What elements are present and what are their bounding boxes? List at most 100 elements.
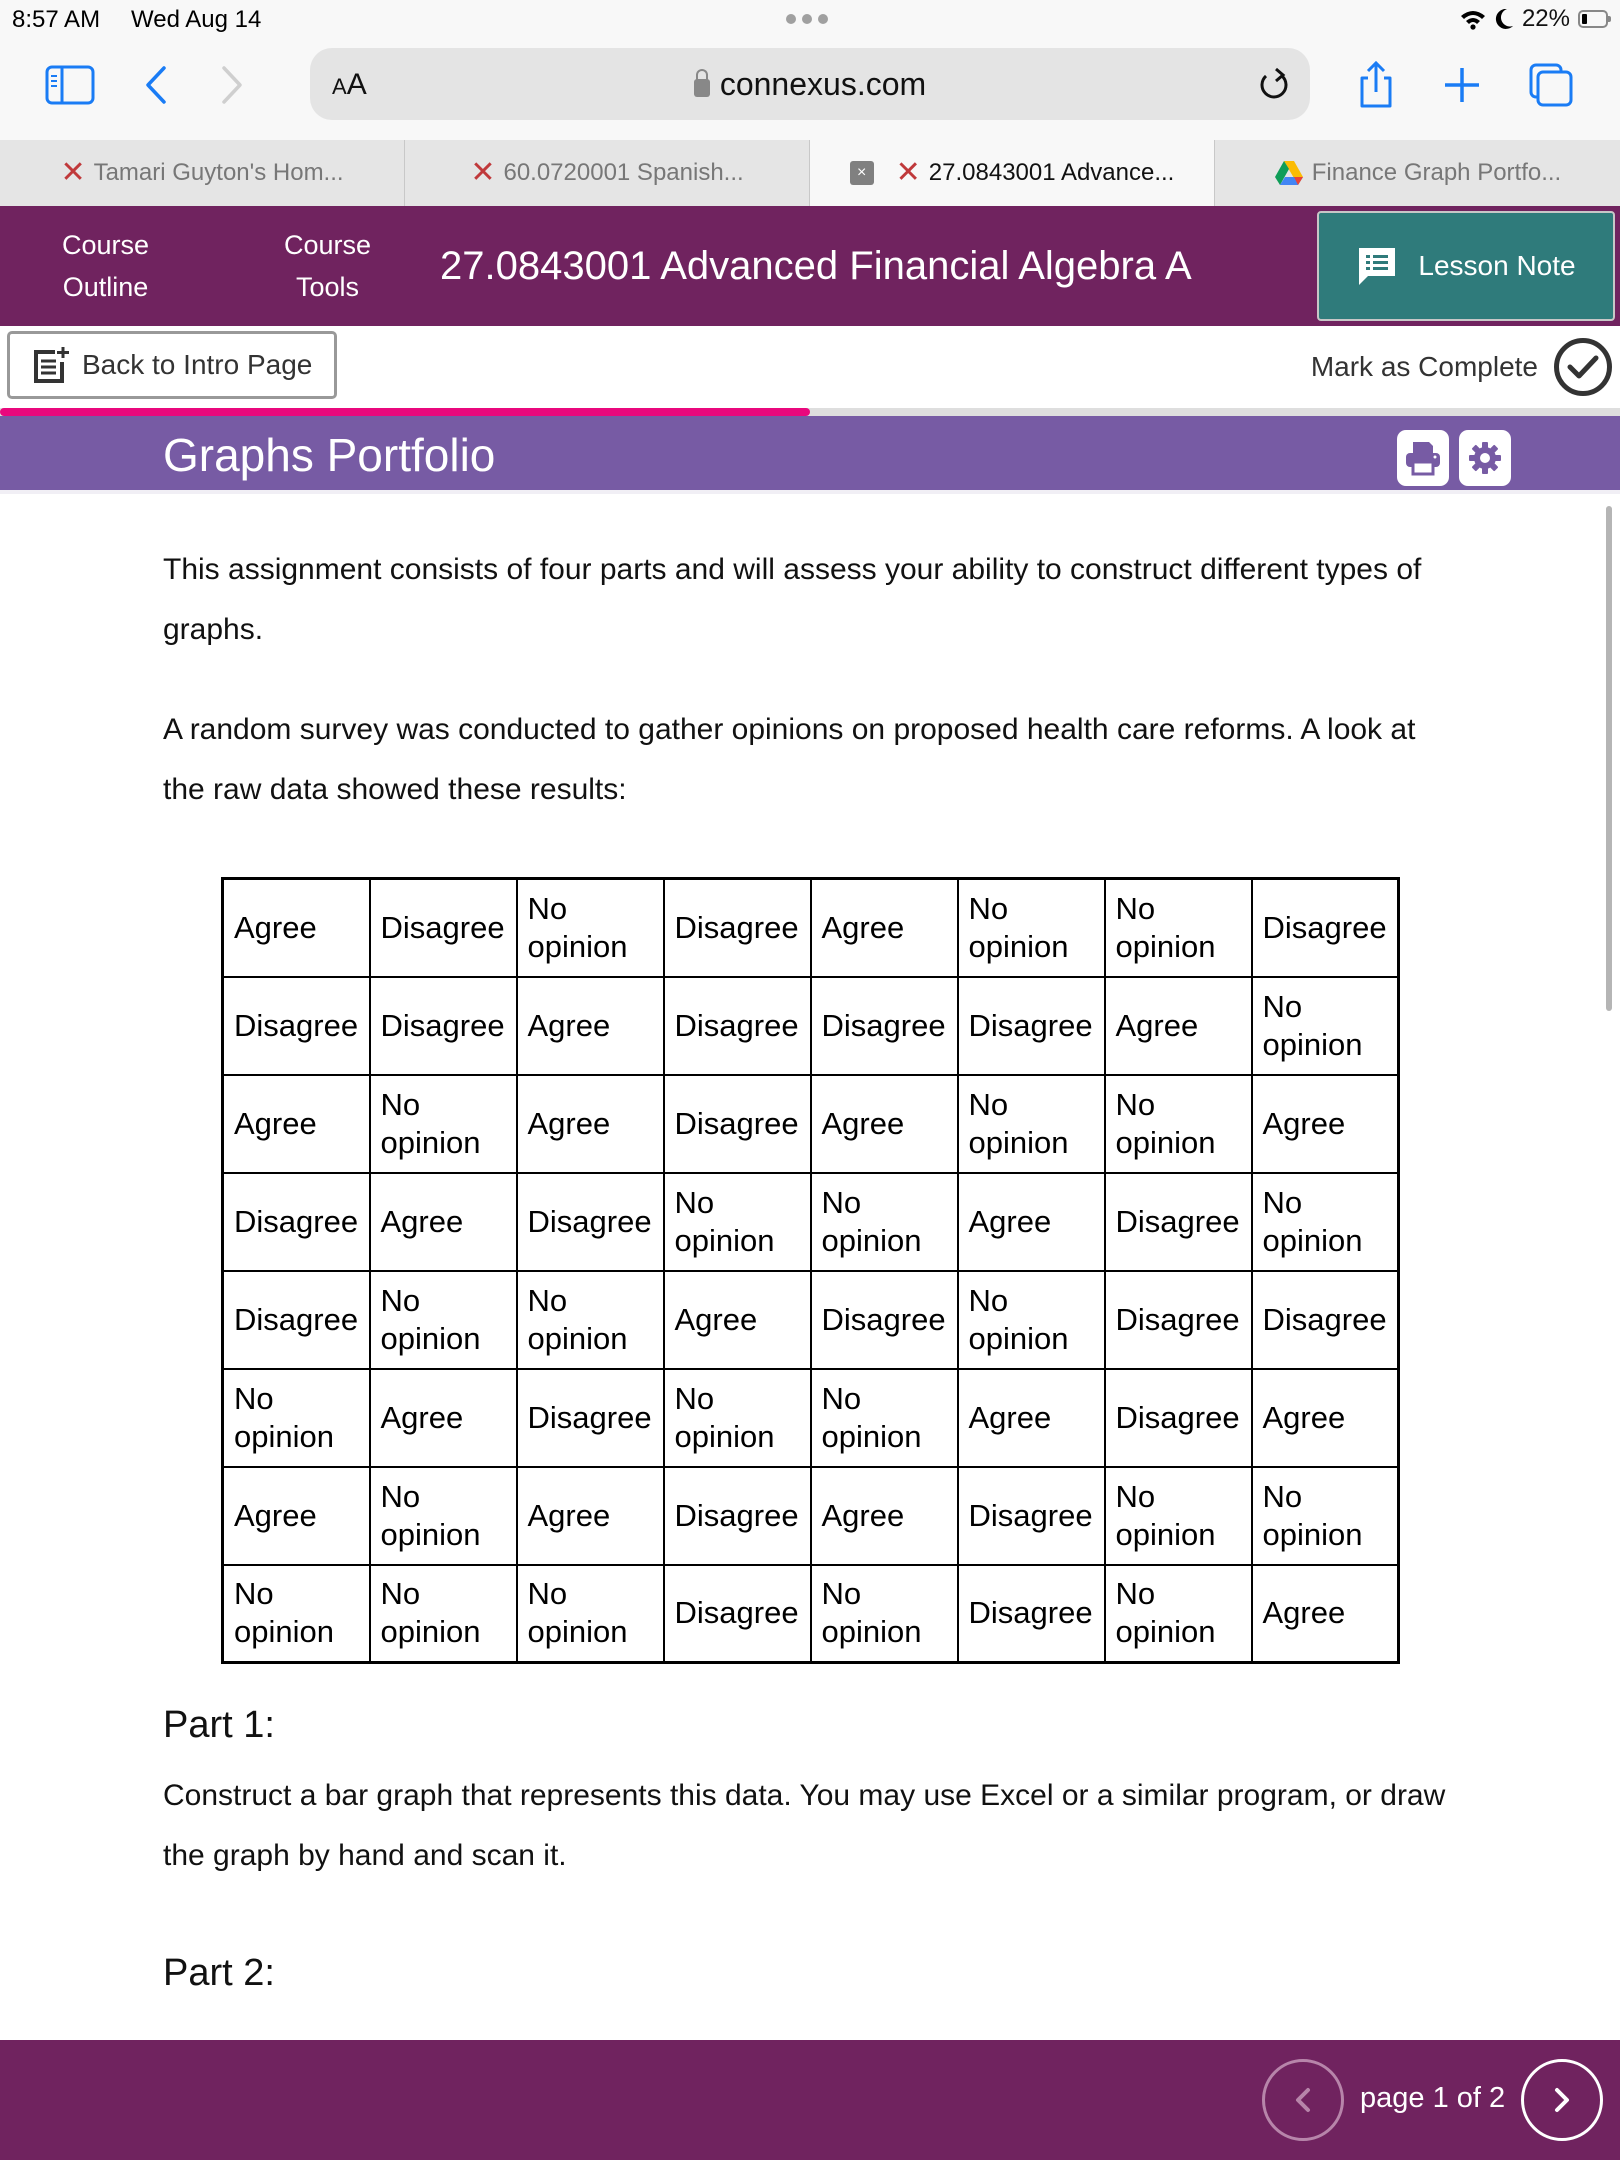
- table-row: Agree No opinion Agree Disagree Agree No opin…: [221, 1073, 1400, 1174]
- table-cell: Disagree: [956, 975, 1106, 1076]
- lesson-progress-fill: [0, 408, 810, 416]
- table-row: Agree Disagree No opinion Disagree Agree No o…: [221, 877, 1400, 978]
- survey-results-table: Agree Disagree No opinion Disagree Agree No o…: [221, 877, 1400, 1664]
- back-button[interactable]: [128, 60, 184, 110]
- url-display[interactable]: connexus.com: [310, 66, 1310, 103]
- battery-percent: 22%: [1521, 5, 1570, 32]
- table-cell: No opinion: [1103, 1465, 1253, 1566]
- settings-button[interactable]: [1459, 430, 1511, 486]
- table-cell: Disagree: [662, 975, 812, 1076]
- tab-finance-graph-portfolio[interactable]: Finance Graph Portfo...: [1215, 140, 1620, 206]
- chevron-left-icon: [1296, 2088, 1310, 2112]
- section-tools: [1397, 430, 1511, 486]
- table-cell: Disagree: [809, 1269, 959, 1370]
- wifi-icon: [1460, 11, 1485, 30]
- print-icon: [1406, 442, 1440, 476]
- connexus-icon: ✕: [895, 155, 921, 190]
- tab-advanced-financial-algebra[interactable]: × ✕ 27.0843001 Advance...: [810, 140, 1215, 206]
- sidebar-icon: [45, 65, 95, 105]
- table-cell: Disagree: [809, 975, 959, 1076]
- table-cell: Agree: [1250, 1563, 1400, 1664]
- intro-paragraph: This assignment consists of four parts a…: [163, 553, 1422, 646]
- share-button[interactable]: [1348, 60, 1404, 110]
- table-cell: Agree: [809, 1465, 959, 1566]
- course-outline-link[interactable]: Course Outline: [62, 224, 149, 308]
- table-cell: Agree: [515, 1073, 665, 1174]
- table-cell: Agree: [809, 877, 959, 978]
- address-bar[interactable]: AA connexus.com: [310, 48, 1310, 120]
- battery-icon: [1578, 10, 1611, 28]
- print-button[interactable]: [1397, 430, 1449, 486]
- close-tab-button[interactable]: ×: [849, 161, 874, 185]
- table-cell: Agree: [1103, 975, 1253, 1076]
- status-time: 8:57 AM: [12, 6, 101, 33]
- table-cell: Agree: [515, 975, 665, 1076]
- table-cell: No opinion: [368, 1269, 518, 1370]
- mark-as-complete-button[interactable]: Mark as Complete: [1311, 338, 1612, 396]
- section-header: Graphs Portfolio: [0, 416, 1620, 490]
- check-circle-icon: [1554, 338, 1612, 396]
- table-cell: No opinion: [1250, 1465, 1400, 1566]
- table-cell: No opinion: [809, 1367, 959, 1468]
- table-cell: Disagree: [1103, 1171, 1253, 1272]
- table-cell: Agree: [221, 1073, 371, 1174]
- table-cell: Agree: [368, 1367, 518, 1468]
- tabs-overview-button[interactable]: [1524, 60, 1580, 110]
- table-cell: No opinion: [515, 1269, 665, 1370]
- share-icon: [1360, 60, 1392, 108]
- new-tab-button[interactable]: [1434, 60, 1490, 110]
- reload-button[interactable]: [1256, 64, 1292, 109]
- status-bar: 8:57 AM Wed Aug 14 22%: [0, 0, 1620, 40]
- table-cell: Disagree: [956, 1465, 1106, 1566]
- moon-icon: [1495, 8, 1513, 29]
- table-row: Agree No opinion Agree Disagree Agree Disagre…: [221, 1465, 1400, 1566]
- back-to-intro-button[interactable]: Back to Intro Page: [7, 331, 337, 399]
- table-cell: Disagree: [956, 1563, 1106, 1664]
- sidebar-toggle-button[interactable]: [42, 60, 98, 110]
- table-cell: Disagree: [1103, 1367, 1253, 1468]
- url-text: connexus.com: [719, 66, 927, 102]
- table-cell: No opinion: [956, 1073, 1106, 1174]
- new-tab-icon: [1445, 68, 1479, 102]
- chevron-right-icon: [1555, 2088, 1569, 2112]
- next-page-button[interactable]: [1521, 2059, 1603, 2141]
- table-cell: Agree: [1250, 1367, 1400, 1468]
- table-row: Disagree Disagree Agree Disagree Disagree Dis…: [221, 975, 1400, 1076]
- connexus-icon: ✕: [60, 155, 86, 190]
- content-scrollbar[interactable]: [1606, 506, 1612, 1011]
- tab-tamari-guyton-home[interactable]: ✕ Tamari Guyton's Hom...: [0, 140, 405, 206]
- part1-heading: Part 1:: [163, 1704, 275, 1746]
- table-cell: Disagree: [221, 1171, 371, 1272]
- previous-page-button[interactable]: [1262, 2059, 1344, 2141]
- table-cell: Disagree: [1103, 1269, 1253, 1370]
- forward-icon: [222, 66, 242, 104]
- table-row: Disagree No opinion No opinion Agree Disagre…: [221, 1269, 1400, 1370]
- add-note-icon: [34, 347, 69, 383]
- part2-heading: Part 2:: [163, 1952, 275, 1994]
- forward-button[interactable]: [204, 60, 260, 110]
- table-cell: Agree: [1250, 1073, 1400, 1174]
- table-cell: Agree: [515, 1465, 665, 1566]
- table-cell: Agree: [368, 1171, 518, 1272]
- table-cell: No opinion: [1103, 1073, 1253, 1174]
- table-cell: Disagree: [662, 1563, 812, 1664]
- course-tools-link[interactable]: Course Tools: [284, 224, 371, 308]
- table-cell: No opinion: [1250, 975, 1400, 1076]
- table-cell: Disagree: [368, 877, 518, 978]
- table-cell: No opinion: [368, 1563, 518, 1664]
- table-cell: No opinion: [368, 1465, 518, 1566]
- table-cell: Disagree: [662, 1465, 812, 1566]
- table-cell: Agree: [956, 1171, 1106, 1272]
- table-row: No opinion No opinion No opinion Disagree No…: [221, 1563, 1400, 1664]
- table-cell: Disagree: [1250, 1269, 1400, 1370]
- reload-icon: [1260, 67, 1288, 99]
- table-cell: Disagree: [515, 1367, 665, 1468]
- multitasking-dots[interactable]: [786, 14, 828, 24]
- lesson-note-button[interactable]: Lesson Note: [1317, 211, 1615, 321]
- browser-tabs: ✕ Tamari Guyton's Hom... ✕ 60.0720001 Sp…: [0, 140, 1620, 206]
- page-indicator: page 1 of 2: [1360, 2082, 1506, 2114]
- tab-spanish[interactable]: ✕ 60.0720001 Spanish...: [405, 140, 810, 206]
- browser-toolbar: AA connexus.com: [0, 40, 1620, 140]
- course-header: Course Outline Course Tools 27.0843001 A…: [0, 206, 1620, 326]
- table-cell: No opinion: [809, 1171, 959, 1272]
